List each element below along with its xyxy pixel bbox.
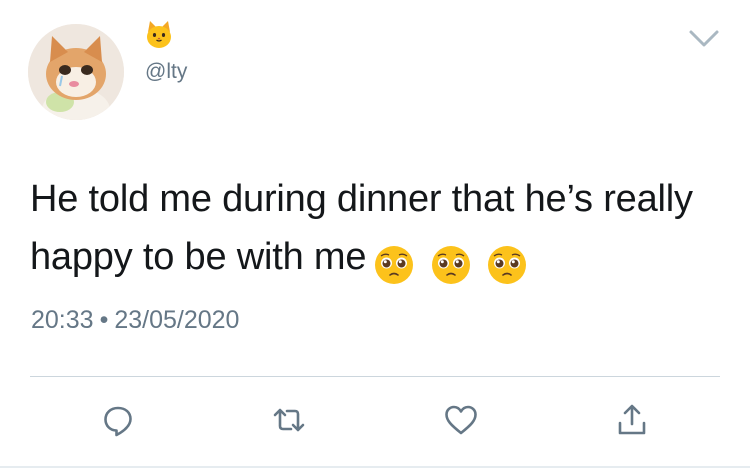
pleading-face-emoji xyxy=(431,245,470,284)
pleading-face-emoji xyxy=(488,245,527,284)
reply-button[interactable] xyxy=(100,402,136,438)
retweet-button[interactable] xyxy=(271,402,307,438)
crying-cat-avatar-image xyxy=(28,24,124,120)
divider xyxy=(30,376,720,377)
avatar[interactable] xyxy=(28,24,124,120)
like-icon xyxy=(445,405,477,435)
tweet-time: 20:33 xyxy=(31,306,94,334)
tweet-body: He told me during dinner that he’s reall… xyxy=(30,178,693,278)
tweet-date: 23/05/2020 xyxy=(114,306,240,334)
reply-icon xyxy=(104,406,132,437)
emoji-row xyxy=(374,234,533,292)
pleading-face-emoji xyxy=(375,245,414,284)
share-icon xyxy=(618,404,646,435)
cat-face-emoji[interactable] xyxy=(144,20,174,50)
like-button[interactable] xyxy=(443,402,479,438)
share-button[interactable] xyxy=(614,402,650,438)
retweet-icon xyxy=(273,408,305,432)
user-handle[interactable]: @lty xyxy=(145,60,187,84)
meta-separator: • xyxy=(99,306,109,334)
tweet-text: He told me during dinner that he’s reall… xyxy=(30,170,730,292)
chevron-down-icon[interactable] xyxy=(687,27,721,51)
tweet-timestamp[interactable]: 20:33 • 23/05/2020 xyxy=(31,306,239,335)
